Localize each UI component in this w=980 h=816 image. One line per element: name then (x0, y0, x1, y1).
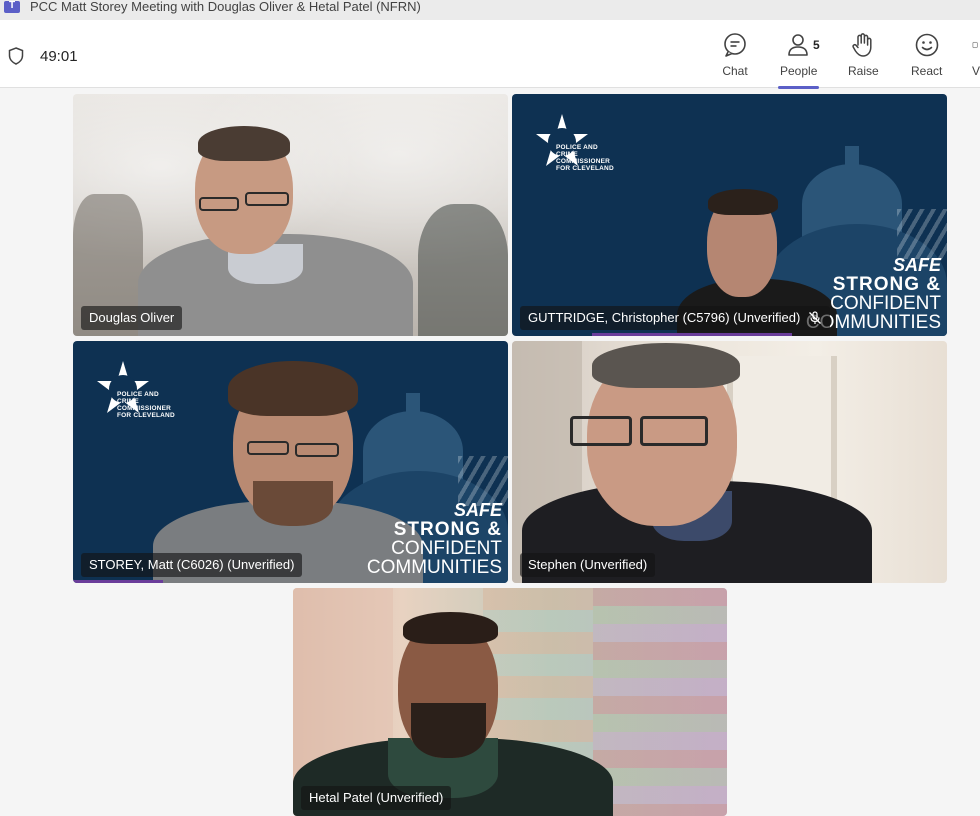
shield-icon (8, 47, 24, 65)
participant-name-tag: GUTTRIDGE, Christopher (C5796) (Unverifi… (520, 306, 831, 330)
participant-name: Stephen (Unverified) (528, 557, 648, 572)
smiley-icon (915, 33, 938, 57)
teams-logo-icon (4, 0, 20, 13)
people-button[interactable]: 5 People (777, 32, 820, 89)
pcc-logo-text: POLICE AND CRIME COMMISSIONER FOR CLEVEL… (117, 391, 175, 419)
slogan-text: SAFE STRONG & CONFIDENT COMMUNITIES (366, 500, 502, 578)
people-count: 5 (813, 38, 820, 52)
video-tile-hetal-patel[interactable]: Hetal Patel (Unverified) (293, 588, 727, 816)
participant-name-tag: Stephen (Unverified) (520, 553, 656, 577)
react-label: React (911, 64, 943, 78)
participant-name: Hetal Patel (Unverified) (309, 790, 444, 805)
view-label: V (972, 64, 980, 78)
participant-name: STOREY, Matt (C6026) (Unverified) (89, 557, 295, 572)
hand-icon (852, 33, 872, 57)
title-bar: PCC Matt Storey Meeting with Douglas Oli… (0, 0, 980, 20)
people-label: People (780, 64, 818, 78)
react-button[interactable]: React (911, 32, 942, 82)
pcc-logo-icon: POLICE AND CRIME COMMISSIONER FOR CLEVEL… (83, 351, 183, 441)
view-icon (972, 41, 978, 49)
raise-label: Raise (848, 64, 879, 78)
participant-name-tag: STOREY, Matt (C6026) (Unverified) (81, 553, 303, 577)
mic-muted-icon (809, 311, 822, 324)
participant-name-tag: Hetal Patel (Unverified) (301, 786, 452, 810)
pcc-logo-icon: POLICE AND CRIME COMMISSIONER FOR CLEVEL… (522, 104, 622, 194)
meeting-toolbar: 49:01 Chat 5 People Raise React V (0, 20, 980, 89)
participant-name: GUTTRIDGE, Christopher (C5796) (Unverifi… (528, 310, 801, 325)
meeting-title: PCC Matt Storey Meeting with Douglas Oli… (30, 0, 421, 14)
meeting-timer: 49:01 (40, 48, 78, 65)
chat-label: Chat (722, 64, 748, 78)
chat-button[interactable]: Chat (722, 32, 748, 82)
video-tile-storey[interactable]: POLICE AND CRIME COMMISSIONER FOR CLEVEL… (73, 341, 508, 583)
view-button[interactable]: V (972, 32, 980, 82)
people-icon (787, 34, 808, 56)
raise-hand-button[interactable]: Raise (848, 32, 879, 82)
video-tile-guttridge[interactable]: POLICE AND CRIME COMMISSIONER FOR CLEVEL… (512, 94, 947, 336)
video-tile-douglas-oliver[interactable]: Douglas Oliver (73, 94, 508, 336)
pcc-logo-text: POLICE AND CRIME COMMISSIONER FOR CLEVEL… (556, 144, 614, 172)
chat-icon (724, 33, 746, 57)
participant-name: Douglas Oliver (89, 310, 175, 325)
participant-name-tag: Douglas Oliver (81, 306, 183, 330)
video-tile-stephen[interactable]: Stephen (Unverified) (512, 341, 947, 583)
